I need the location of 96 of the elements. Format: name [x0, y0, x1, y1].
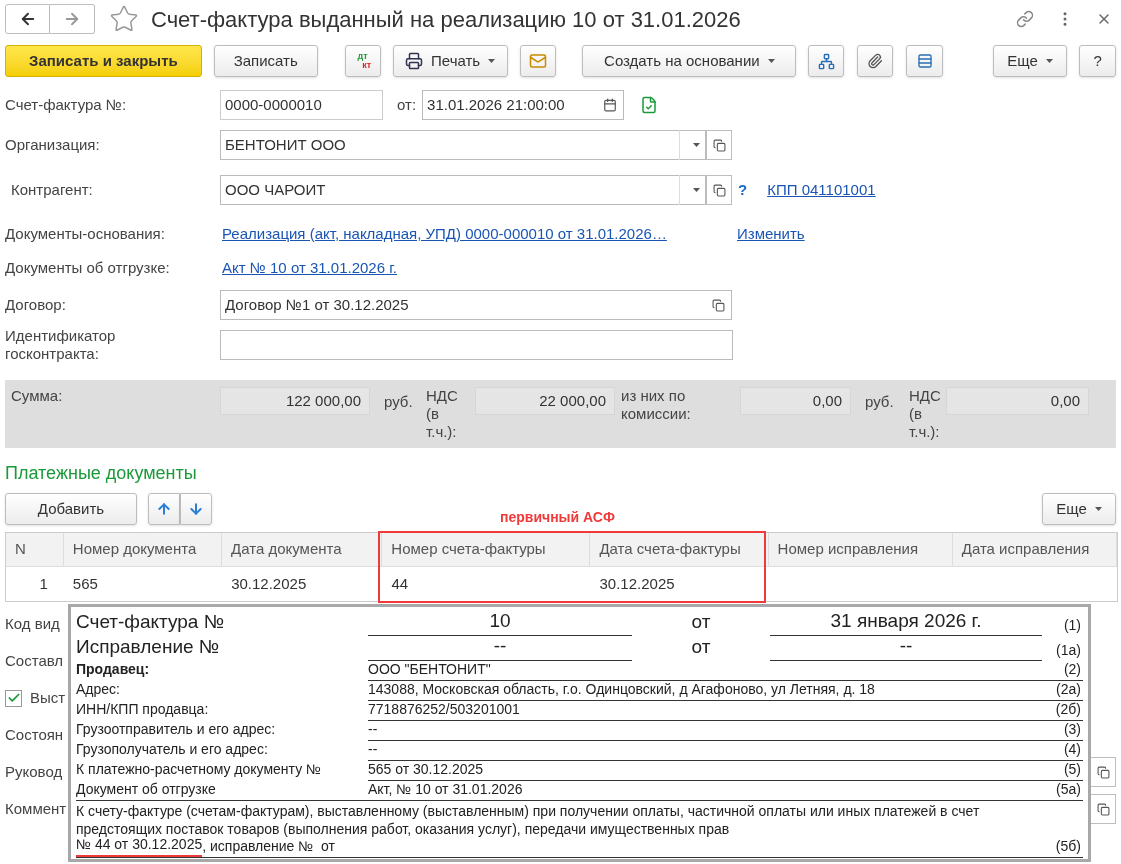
- line-code: (2б): [1055, 700, 1082, 719]
- table-cell-text: 44: [390, 573, 410, 594]
- field-label: Документы об отгрузке:: [5, 257, 171, 278]
- column-header[interactable]: Номер документа: [63, 533, 223, 566]
- line-code: (5): [1063, 760, 1082, 779]
- table-cell-text: 1: [38, 573, 49, 594]
- date-value: 31.01.2026 21:00:00: [426, 94, 566, 115]
- shipment-document-link[interactable]: Акт № 10 от 31.01.2026 г.: [222, 256, 397, 280]
- line-code: (4): [1063, 740, 1082, 759]
- base-document-link[interactable]: Реализация (акт, накладная, УПД) 0000-000010 от 31.01.2026…: [222, 222, 737, 246]
- field-label: Руковод: [5, 761, 63, 782]
- currency-label: руб.: [864, 392, 895, 412]
- total-field: 0,00: [740, 387, 851, 415]
- field-label: Коммент: [5, 798, 67, 819]
- line-code: (5б): [1055, 837, 1082, 856]
- more-button[interactable]: Еще: [993, 45, 1068, 77]
- organization-field[interactable]: БЕНТОНИТ ООО: [220, 130, 706, 160]
- date-field[interactable]: 31.01.2026 21:00:00: [422, 90, 625, 120]
- preview-label: Грузополучатель и его адрес:: [76, 739, 368, 760]
- total-field: 122 000,00: [220, 387, 370, 415]
- preview-label: К платежно-расчетному документу №: [76, 759, 368, 780]
- preview-value: --: [368, 740, 379, 759]
- line-code: (2а): [1056, 680, 1082, 699]
- preview-value: 143088, Московская область, г.о. Одинцовский, д Агафоново, ул Летняя, д. 18: [368, 680, 876, 699]
- preview-label: Грузоотправитель и его адрес:: [76, 719, 368, 740]
- contract-value: Договор №1 от 30.12.2025: [224, 294, 410, 315]
- more-button[interactable]: Еще: [1042, 493, 1116, 525]
- contract-field[interactable]: Договор №1 от 30.12.2025: [220, 290, 732, 320]
- number-field[interactable]: 0000-0000010: [220, 90, 383, 120]
- column-header[interactable]: Номер исправления: [768, 533, 953, 566]
- correction-label: , исправление № от: [202, 837, 335, 856]
- preview-value: Акт, № 10 от 31.01.2026: [368, 780, 524, 799]
- preview-heading: Счет-фактура №: [76, 609, 226, 634]
- annotation-label: первичный АСФ: [500, 508, 615, 527]
- table-cell-text: 30.12.2025: [598, 573, 676, 594]
- field-label: Счет-фактура №:: [5, 94, 128, 115]
- preview-value: 7718876252/503201001: [368, 700, 521, 719]
- preview-heading: Исправление №: [76, 634, 221, 659]
- preview-value: --: [770, 631, 1042, 661]
- line-code: (5а): [1056, 780, 1082, 799]
- window-title: Счет-фактура выданный на реализацию 10 от 31.01.2026: [151, 5, 741, 34]
- field-label: Код вид: [5, 613, 60, 634]
- preview-value: ООО "БЕНТОНИТ": [368, 660, 492, 679]
- preview-value: --: [368, 631, 632, 661]
- preview-label: от: [690, 609, 712, 634]
- change-link[interactable]: Изменить: [737, 222, 805, 246]
- preview-value: --: [368, 720, 379, 739]
- help-button[interactable]: ?: [1079, 45, 1117, 77]
- field-label: Договор:: [5, 294, 67, 315]
- create-based-on-button[interactable]: Создать на основании: [582, 45, 797, 77]
- field-label: Организация:: [5, 134, 101, 155]
- credit-label: кт: [362, 61, 372, 70]
- kpp-link[interactable]: КПП 041101001: [767, 178, 876, 202]
- save-and-close-button[interactable]: Записать и закрыть: [5, 45, 202, 77]
- preview-value: 565 от 30.12.2025: [368, 760, 485, 779]
- line-code: (1а): [1056, 641, 1082, 660]
- column-header[interactable]: Дата документа: [222, 533, 383, 566]
- line-code: (2): [1063, 660, 1082, 679]
- section-title: Платежные документы: [5, 462, 198, 485]
- field-label: Документы-основания:: [5, 223, 166, 244]
- preview-label: Адрес:: [76, 679, 368, 700]
- table-cell-text: 30.12.2025: [230, 573, 308, 594]
- help-link[interactable]: ?: [738, 178, 748, 202]
- debit-credit-button[interactable]: дт кт: [344, 45, 381, 77]
- preview-label: Документ об отгрузке: [76, 779, 368, 800]
- counterparty-value: ООО ЧАРОИТ: [224, 179, 327, 200]
- total-field: 0,00: [946, 387, 1089, 415]
- column-header[interactable]: N: [6, 533, 64, 566]
- debit-label: дт: [357, 52, 368, 61]
- total-field: 22 000,00: [475, 387, 615, 415]
- field-label: Выст: [30, 687, 66, 708]
- total-label: НДС (в т.ч.):: [908, 387, 942, 442]
- column-header[interactable]: Номер счета-фактуры: [382, 533, 591, 566]
- organization-value: БЕНТОНИТ ООО: [224, 134, 347, 155]
- print-button[interactable]: Печать: [392, 45, 508, 77]
- field-label: Контрагент:: [10, 179, 94, 200]
- currency-label: руб.: [383, 392, 414, 412]
- field-label: Состоян: [5, 724, 64, 745]
- field-label: от:: [397, 94, 417, 115]
- counterparty-field[interactable]: ООО ЧАРОИТ: [220, 175, 706, 205]
- total-label: из них по комиссии:: [620, 387, 692, 424]
- field-label: Составл: [5, 650, 64, 671]
- total-label: Сумма:: [10, 387, 64, 406]
- add-button[interactable]: Добавить: [5, 493, 137, 525]
- column-header[interactable]: Дата исправления: [952, 533, 1117, 566]
- preview-label: от: [690, 634, 712, 659]
- preview-value: 10: [368, 606, 632, 636]
- preview-value: 31 января 2026 г.: [770, 606, 1042, 636]
- preview-label: ИНН/КПП продавца:: [76, 699, 368, 720]
- line-code: (1): [1063, 616, 1082, 635]
- column-header[interactable]: Дата счета-фактуры: [590, 533, 769, 566]
- total-label: НДС (в т.ч.):: [425, 387, 459, 442]
- table-cell-text: 565: [71, 573, 99, 594]
- field-label: Идентификатор госконтракта:: [5, 327, 117, 363]
- save-button[interactable]: Записать: [213, 45, 318, 77]
- line-code: (3): [1063, 720, 1082, 739]
